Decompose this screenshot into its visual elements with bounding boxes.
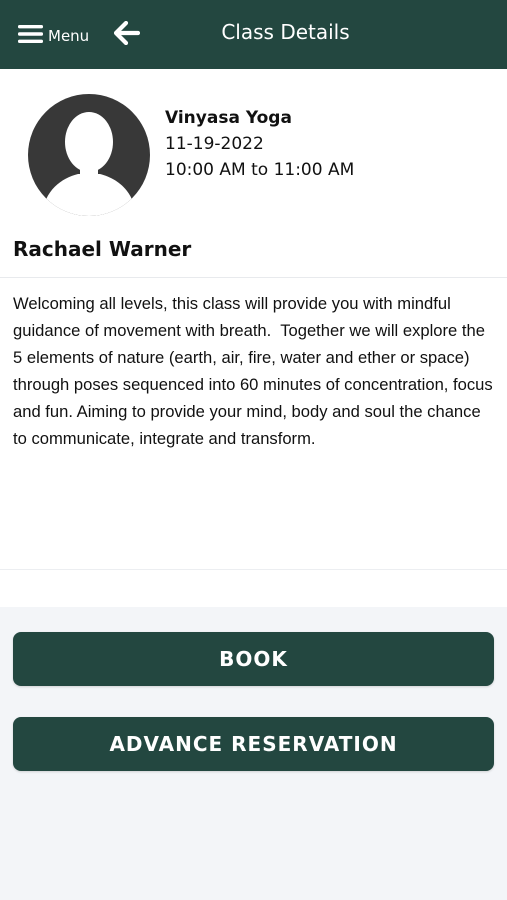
page-title: Class Details	[221, 20, 350, 44]
app-header: Menu Class Details	[0, 0, 507, 69]
person-silhouette-icon	[28, 94, 150, 216]
class-date: 11-19-2022	[165, 134, 264, 154]
class-info: Vinyasa Yoga 11-19-2022 10:00 AM to 11:0…	[165, 105, 354, 183]
class-time: 10:00 AM to 11:00 AM	[165, 160, 355, 180]
class-description: Welcoming all levels, this class will pr…	[13, 294, 498, 448]
instructor-name: Rachael Warner	[13, 237, 192, 261]
class-details-card: Vinyasa Yoga 11-19-2022 10:00 AM to 11:0…	[0, 69, 507, 607]
divider	[0, 569, 507, 570]
divider	[0, 277, 507, 278]
class-name: Vinyasa Yoga	[165, 108, 292, 128]
book-button[interactable]: BOOK	[13, 632, 494, 686]
advance-reservation-button[interactable]: ADVANCE RESERVATION	[13, 717, 494, 771]
